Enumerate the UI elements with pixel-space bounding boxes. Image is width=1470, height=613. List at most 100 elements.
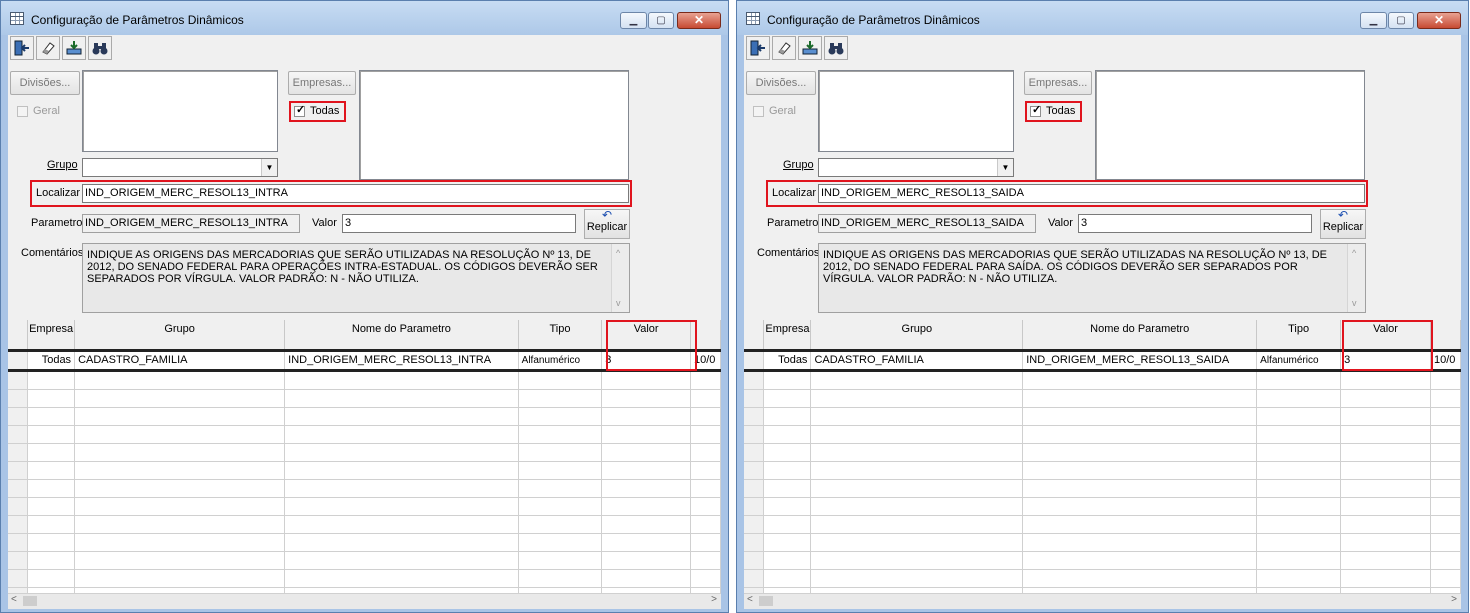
col-header-tipo[interactable]: Tipo (1256, 320, 1342, 352)
parametro-field: IND_ORIGEM_MERC_RESOL13_SAIDA (818, 214, 1036, 233)
empresas-list[interactable] (359, 70, 629, 180)
valor-label: Valor (1048, 217, 1073, 229)
localizar-label: Localizar (772, 187, 817, 199)
col-header-valor[interactable]: Valor (1340, 320, 1431, 352)
cell-empresa[interactable]: Todas (27, 350, 76, 372)
comentarios-text: INDIQUE AS ORIGENS DAS MERCADORIAS QUE S… (87, 249, 598, 285)
scroll-left-icon[interactable]: < (747, 594, 753, 605)
empresas-list[interactable] (1095, 70, 1365, 180)
comentarios-label: Comentários (757, 247, 820, 259)
col-header-nome[interactable]: Nome do Parametro (1022, 320, 1258, 352)
cell-grupo[interactable]: CADASTRO_FAMILIA (810, 350, 1024, 372)
col-header-tipo[interactable]: Tipo (518, 320, 603, 352)
parametro-label: Parametro (767, 217, 819, 229)
grid-corner (744, 320, 765, 352)
cell-tipo[interactable]: Alfanumérico (518, 350, 603, 372)
grupo-label: Grupo (783, 159, 814, 171)
scroll-right-icon[interactable]: > (711, 594, 717, 605)
search-button[interactable] (88, 36, 112, 60)
memo-scrollbar[interactable]: ^ v (1347, 244, 1365, 312)
horizontal-scrollbar[interactable]: < > (744, 593, 1461, 609)
col-header-valor[interactable]: Valor (601, 320, 691, 352)
localizar-label: Localizar (36, 187, 81, 199)
parametro-field: IND_ORIGEM_MERC_RESOL13_INTRA (82, 214, 300, 233)
replicar-button[interactable]: ↶ Replicar (1320, 209, 1366, 239)
cell-empresa[interactable]: Todas (763, 350, 812, 372)
exit-button[interactable] (10, 36, 34, 60)
scroll-up-icon[interactable]: ^ (616, 247, 620, 259)
clear-button[interactable] (772, 36, 796, 60)
col-header-nome[interactable]: Nome do Parametro (284, 320, 519, 352)
import-button[interactable] (62, 36, 86, 60)
scroll-thumb[interactable] (759, 596, 773, 606)
table-icon (10, 12, 24, 25)
scroll-down-icon[interactable]: v (616, 297, 621, 309)
cell-nome[interactable]: IND_ORIGEM_MERC_RESOL13_INTRA (284, 350, 519, 372)
divisoes-list[interactable] (818, 70, 1014, 152)
scroll-down-icon[interactable]: v (1352, 297, 1357, 309)
search-button[interactable] (824, 36, 848, 60)
exit-button[interactable] (746, 36, 770, 60)
chevron-down-icon[interactable]: ▼ (997, 159, 1013, 176)
maximize-button[interactable]: ▢ (648, 12, 674, 29)
cell-tipo[interactable]: Alfanumérico (1256, 350, 1342, 372)
clear-button[interactable] (36, 36, 60, 60)
parameters-grid: Empresa Grupo Nome do Parametro Tipo Val… (8, 320, 721, 594)
valor-input[interactable]: 3 (1078, 214, 1312, 233)
col-header-empresa[interactable]: Empresa (27, 320, 76, 352)
valor-label: Valor (312, 217, 337, 229)
grupo-combo[interactable]: ▼ (818, 158, 1014, 177)
scroll-up-icon[interactable]: ^ (1352, 247, 1356, 259)
valor-input[interactable]: 3 (342, 214, 576, 233)
comentarios-memo[interactable]: INDIQUE AS ORIGENS DAS MERCADORIAS QUE S… (82, 243, 630, 313)
cell-valor[interactable]: 3 (601, 350, 691, 372)
window-title: Configuração de Parâmetros Dinâmicos (31, 13, 244, 27)
memo-scrollbar[interactable]: ^ v (611, 244, 629, 312)
cell-nome[interactable]: IND_ORIGEM_MERC_RESOL13_SAIDA (1022, 350, 1258, 372)
col-header-extra (690, 320, 721, 352)
col-header-grupo[interactable]: Grupo (74, 320, 286, 352)
import-button[interactable] (798, 36, 822, 60)
localizar-input[interactable]: IND_ORIGEM_MERC_RESOL13_INTRA (82, 184, 629, 203)
col-header-empresa[interactable]: Empresa (763, 320, 812, 352)
grupo-label: Grupo (47, 159, 78, 171)
table-row[interactable]: Todas CADASTRO_FAMILIA IND_ORIGEM_MERC_R… (8, 350, 721, 372)
cell-valor[interactable]: 3 (1340, 350, 1431, 372)
exit-icon (750, 40, 765, 56)
localizar-input[interactable]: IND_ORIGEM_MERC_RESOL13_SAIDA (818, 184, 1365, 203)
scroll-thumb[interactable] (23, 596, 37, 606)
table-row[interactable]: Todas CADASTRO_FAMILIA IND_ORIGEM_MERC_R… (744, 350, 1461, 372)
divisoes-list[interactable] (82, 70, 278, 152)
cell-grupo[interactable]: CADASTRO_FAMILIA (74, 350, 286, 372)
replicar-button[interactable]: ↶ Replicar (584, 209, 630, 239)
close-button[interactable]: ✕ (677, 12, 721, 29)
checkmark-icon: ✓ (1032, 104, 1042, 116)
eraser-icon (778, 42, 791, 55)
eraser-icon (42, 42, 55, 55)
config-window-left: Configuração de Parâmetros Dinâmicos ▁ ▢… (0, 0, 729, 613)
minimize-button[interactable]: ▁ (1360, 12, 1387, 29)
divisoes-button[interactable]: Divisões... (746, 71, 816, 95)
comentarios-text: INDIQUE AS ORIGENS DAS MERCADORIAS QUE S… (823, 249, 1328, 285)
scroll-right-icon[interactable]: > (1451, 594, 1457, 605)
cell-extra[interactable]: 10/0 (1430, 350, 1461, 372)
exit-icon (14, 40, 29, 56)
col-header-grupo[interactable]: Grupo (810, 320, 1024, 352)
cell-extra[interactable]: 10/0 (690, 350, 721, 372)
horizontal-scrollbar[interactable]: < > (8, 593, 721, 609)
scroll-left-icon[interactable]: < (11, 594, 17, 605)
maximize-button[interactable]: ▢ (1388, 12, 1414, 29)
table-icon (746, 12, 760, 25)
minimize-button[interactable]: ▁ (620, 12, 647, 29)
empresas-button[interactable]: Empresas... (288, 71, 356, 95)
title-bar[interactable]: Configuração de Parâmetros Dinâmicos ▁ ▢… (1, 1, 728, 35)
empresas-button[interactable]: Empresas... (1024, 71, 1092, 95)
chevron-down-icon[interactable]: ▼ (261, 159, 277, 176)
grupo-combo[interactable]: ▼ (82, 158, 278, 177)
window-title: Configuração de Parâmetros Dinâmicos (767, 13, 980, 27)
comentarios-memo[interactable]: INDIQUE AS ORIGENS DAS MERCADORIAS QUE S… (818, 243, 1366, 313)
close-button[interactable]: ✕ (1417, 12, 1461, 29)
import-icon (802, 41, 818, 55)
divisoes-button[interactable]: Divisões... (10, 71, 80, 95)
title-bar[interactable]: Configuração de Parâmetros Dinâmicos ▁ ▢… (737, 1, 1468, 35)
